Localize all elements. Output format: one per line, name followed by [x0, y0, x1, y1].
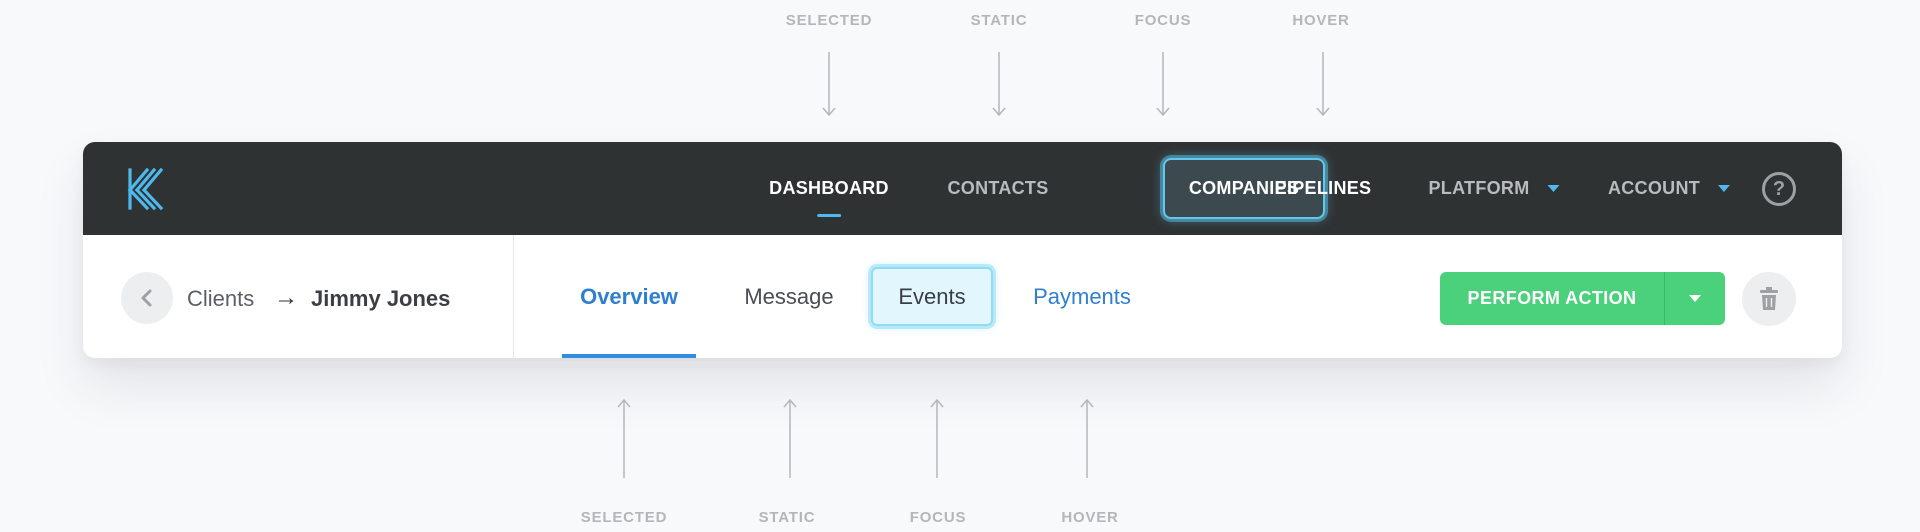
back-button[interactable] [121, 272, 173, 324]
nav-selected-indicator [816, 214, 841, 217]
annotation-arrow-down [822, 52, 836, 117]
tab-message-label: Message [744, 283, 834, 309]
section-divider [513, 235, 514, 358]
annotation-bottom-hover: HOVER [1061, 509, 1119, 526]
tab-selected-indicator [562, 354, 696, 358]
annotation-arrow-up [617, 398, 631, 478]
app-header-card: DASHBOARD CONTACTS COMPANIES PIPELINES P… [83, 142, 1842, 358]
annotation-bottom-focus: FOCUS [909, 509, 967, 526]
nav-contacts-label: CONTACTS [947, 178, 1049, 198]
annotation-bottom-static: STATIC [758, 509, 816, 526]
annotation-top-selected: SELECTED [785, 12, 873, 29]
chevron-left-icon [141, 289, 152, 307]
caret-down-icon [1689, 295, 1701, 302]
annotation-top-hover: HOVER [1292, 12, 1350, 29]
nav-dashboard-label: DASHBOARD [769, 178, 889, 198]
annotation-arrow-down [1316, 52, 1330, 117]
nav-account-label: ACCOUNT [1607, 178, 1701, 198]
top-navbar: DASHBOARD CONTACTS COMPANIES PIPELINES P… [83, 142, 1842, 235]
annotation-arrow-down [1156, 52, 1170, 117]
help-icon[interactable]: ? [1762, 172, 1796, 206]
breadcrumb-current: Jimmy Jones [311, 286, 451, 311]
nav-contacts[interactable]: CONTACTS [947, 142, 1048, 235]
delete-button[interactable] [1742, 272, 1796, 326]
annotation-bottom-selected: SELECTED [580, 509, 668, 526]
tab-payments-label: Payments [1033, 283, 1131, 309]
tab-payments[interactable]: Payments [1033, 235, 1131, 358]
annotation-arrow-up [930, 398, 944, 478]
perform-action-button[interactable]: PERFORM ACTION [1440, 272, 1664, 325]
nav-account[interactable]: ACCOUNT [1607, 142, 1731, 235]
perform-action-split-button: PERFORM ACTION [1440, 272, 1725, 325]
annotation-arrow-up [783, 398, 797, 478]
caret-down-icon [1718, 185, 1731, 192]
tab-events-label: Events [898, 283, 966, 309]
caret-down-icon [1547, 185, 1560, 192]
nav-platform-label: PLATFORM [1428, 178, 1530, 198]
tab-events[interactable]: Events [871, 267, 993, 326]
tab-overview-label: Overview [580, 283, 678, 309]
nav-pipelines[interactable]: PIPELINES [1275, 142, 1372, 235]
tab-message[interactable]: Message [744, 235, 833, 358]
annotation-arrow-up [1080, 398, 1094, 478]
nav-pipelines-label: PIPELINES [1274, 178, 1372, 198]
annotation-top-static: STATIC [970, 12, 1028, 29]
tab-overview[interactable]: Overview [580, 235, 678, 358]
k-logo-icon[interactable] [127, 166, 167, 212]
nav-platform[interactable]: PLATFORM [1428, 142, 1560, 235]
perform-action-dropdown-button[interactable] [1665, 272, 1725, 325]
nav-dashboard[interactable]: DASHBOARD [769, 142, 889, 235]
breadcrumb-separator: → [274, 284, 298, 311]
trash-icon [1760, 287, 1778, 310]
breadcrumb-parent[interactable]: Clients [187, 286, 254, 312]
annotation-top-focus: FOCUS [1134, 12, 1192, 29]
annotation-arrow-down [992, 52, 1006, 117]
